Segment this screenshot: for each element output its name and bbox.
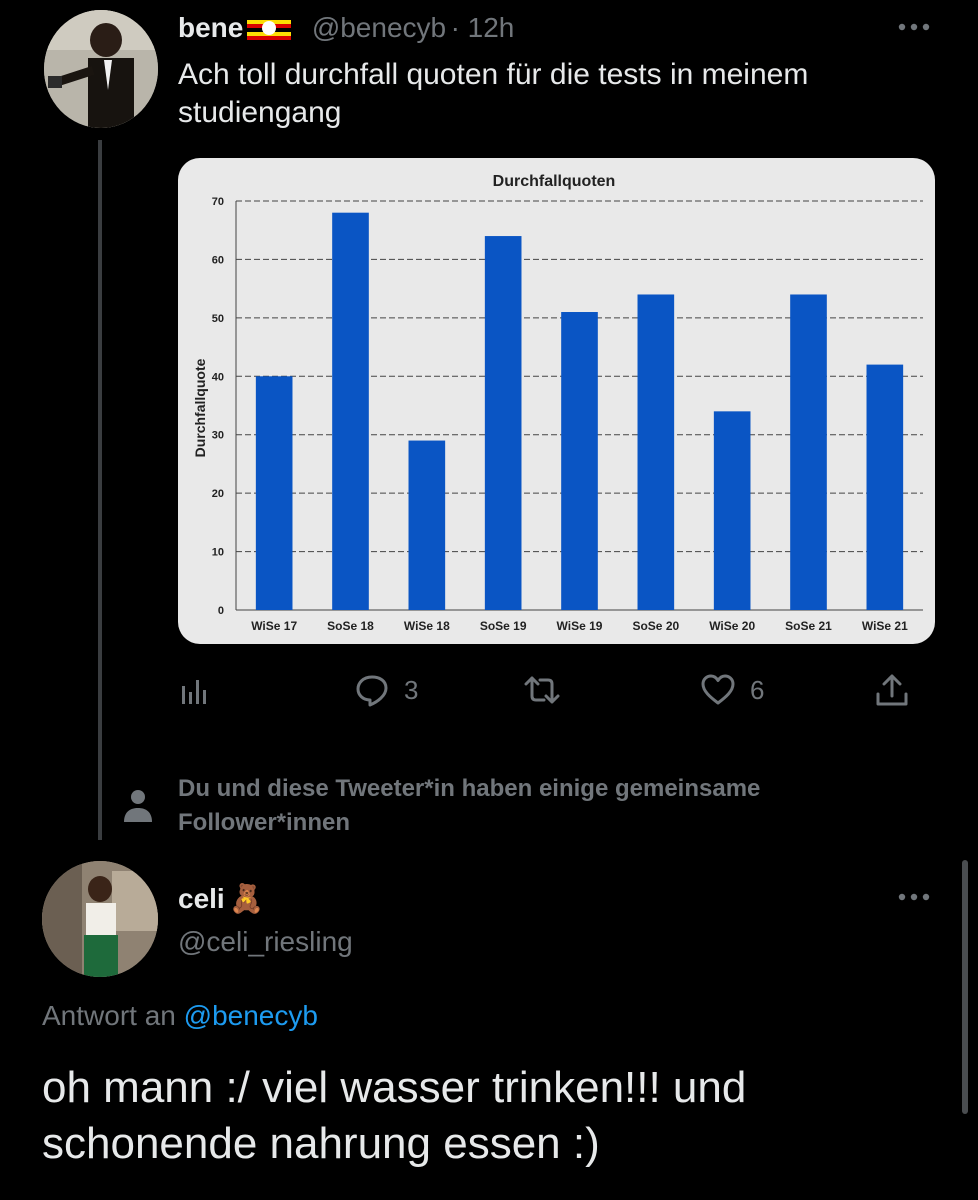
more-dots-icon <box>898 23 930 31</box>
thread-connector-line <box>98 140 102 840</box>
chart-x-tick-label: SoSe 18 <box>327 619 374 633</box>
chart-x-tick-label: WiSe 21 <box>862 619 908 633</box>
chart-bar <box>637 294 675 610</box>
chart-y-tick-label: 40 <box>212 371 224 383</box>
reply-author-name[interactable]: celi <box>178 883 225 914</box>
reply-context: Antwort an @benecyb <box>42 1000 318 1032</box>
chart-y-tick-label: 30 <box>212 430 224 442</box>
chart-x-tick-label: WiSe 19 <box>557 619 603 633</box>
mutual-followers-notice: Du und diese Tweeter*in haben einige gem… <box>178 775 761 836</box>
chart-x-tick-label: SoSe 20 <box>632 619 679 633</box>
retweet-button[interactable] <box>524 668 560 712</box>
reply-avatar-image <box>42 861 158 977</box>
reply-button[interactable]: 3 <box>354 668 418 712</box>
author-handle[interactable]: @benecyb <box>312 12 446 43</box>
share-button[interactable] <box>874 668 910 712</box>
reply-count: 3 <box>404 674 419 705</box>
uganda-flag-icon <box>247 16 292 40</box>
chart-bar <box>790 294 827 610</box>
chart-bar <box>332 212 369 610</box>
teddy-bear-icon: 🧸 <box>229 883 265 914</box>
avatar-image <box>44 10 158 128</box>
author-avatar[interactable] <box>44 10 158 128</box>
chart-x-tick-label: SoSe 21 <box>785 619 832 633</box>
tweet-timestamp[interactable]: · 12h <box>451 12 515 43</box>
chart-y-tick-label: 20 <box>212 488 224 500</box>
chart-y-tick-label: 60 <box>212 254 224 266</box>
author-name[interactable]: bene <box>178 12 243 43</box>
chart-title: Durchfallquoten <box>493 173 616 190</box>
reply-author-handle[interactable]: @celi_riesling <box>178 926 353 958</box>
chart-bar <box>561 312 598 610</box>
view-analytics-button[interactable] <box>178 668 214 712</box>
chart-x-tick-label: WiSe 20 <box>709 619 755 633</box>
chart-bar <box>484 236 522 611</box>
tweet-header: bene @benecyb · 12h <box>178 12 514 48</box>
bar-chart: Durchfallquoten Durchfallquote 0 10 20 30 40… <box>192 173 923 633</box>
chart-y-tick-label: 0 <box>218 605 224 617</box>
retweet-icon <box>524 676 560 704</box>
reply-more-options-button[interactable] <box>896 882 932 914</box>
heart-icon <box>701 674 735 705</box>
chart-bar <box>866 364 904 610</box>
like-button[interactable]: 6 <box>700 668 764 712</box>
chart-y-tick-label: 70 <box>212 196 224 208</box>
reply-bubble-icon <box>356 675 388 707</box>
person-icon <box>124 790 152 822</box>
chart-bar <box>713 411 751 610</box>
chart-y-axis-label: Durchfallquote <box>192 358 208 457</box>
chart-x-tick-label: WiSe 18 <box>404 619 450 633</box>
reply-author-name-row: celi 🧸 <box>178 882 264 915</box>
scrollbar[interactable] <box>962 860 968 1114</box>
more-options-button[interactable] <box>896 12 932 44</box>
tweet-text: Ach toll durchfall quoten für die tests … <box>178 58 809 129</box>
chart-bar <box>255 376 293 610</box>
like-count: 6 <box>750 674 765 705</box>
reply-to-handle-link[interactable]: @benecyb <box>184 1000 318 1031</box>
more-dots-icon <box>898 893 930 901</box>
analytics-icon <box>182 680 206 704</box>
chart-bar <box>408 440 446 610</box>
share-icon <box>876 674 908 706</box>
chart-x-tick-label: WiSe 17 <box>251 619 297 633</box>
reply-text: oh mann :/ viel wasser trinken!!! und sc… <box>42 1063 747 1168</box>
chart-y-tick-label: 50 <box>212 313 224 325</box>
reply-author-avatar[interactable] <box>42 861 158 977</box>
chart-y-tick-label: 10 <box>212 547 224 559</box>
reply-to-prefix: Antwort an <box>42 1000 176 1031</box>
tweet-media-chart[interactable]: Durchfallquoten Durchfallquote 0 10 20 30 40… <box>178 158 935 644</box>
chart-x-tick-label: SoSe 19 <box>480 619 527 633</box>
